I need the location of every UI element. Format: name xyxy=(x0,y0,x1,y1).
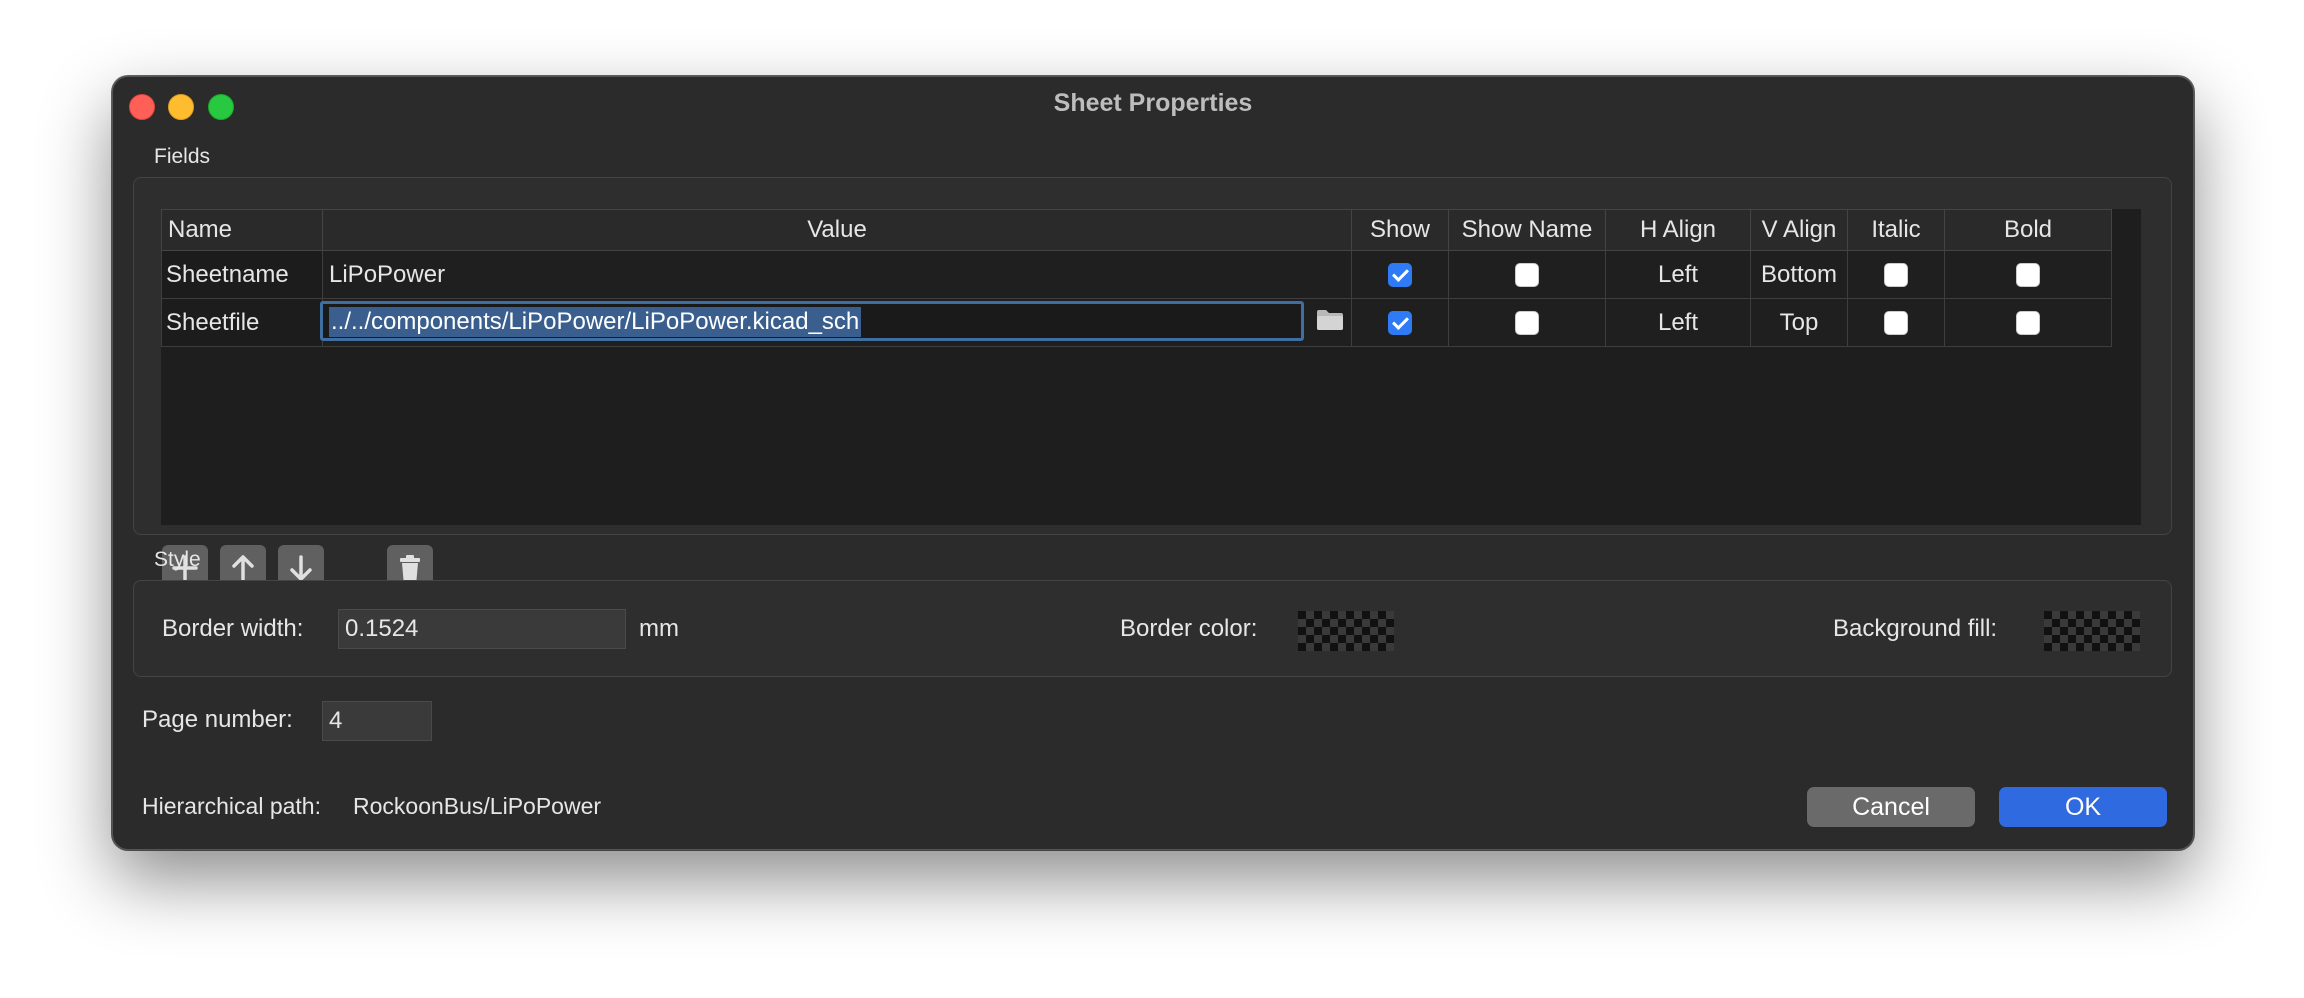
column-header-italic[interactable]: Italic xyxy=(1847,209,1945,251)
italic-checkbox[interactable] xyxy=(1884,311,1908,336)
folder-icon[interactable] xyxy=(1316,309,1344,331)
sheetfile-selected-text: ../../components/LiPoPower/LiPoPower.kic… xyxy=(329,307,862,337)
bold-cell xyxy=(1944,250,2112,299)
hierarchical-path-value: RockoonBus/LiPoPower xyxy=(353,793,602,819)
trash-icon xyxy=(400,555,420,581)
border-width-label: Border width: xyxy=(162,615,304,642)
show-cell xyxy=(1351,250,1449,299)
v-align-cell[interactable]: Bottom xyxy=(1750,250,1848,299)
fields-section-label: Fields xyxy=(154,145,211,168)
field-value-cell[interactable]: ../../components/LiPoPower/LiPoPower.kic… xyxy=(320,298,1352,347)
italic-checkbox[interactable] xyxy=(1884,263,1908,288)
cancel-button[interactable]: Cancel xyxy=(1807,787,1975,827)
bold-cell xyxy=(1944,298,2112,347)
show-name-checkbox[interactable] xyxy=(1515,263,1539,288)
page-number-input[interactable]: 4 xyxy=(322,701,432,741)
border-color-swatch[interactable] xyxy=(1298,611,1394,651)
v-align-cell[interactable]: Top xyxy=(1750,298,1848,347)
column-header-name[interactable]: Name xyxy=(161,209,323,251)
show-checkbox[interactable] xyxy=(1388,263,1412,288)
column-header-show-name[interactable]: Show Name xyxy=(1448,209,1606,251)
column-header-value[interactable]: Value xyxy=(322,209,1352,251)
ok-button[interactable]: OK xyxy=(1999,787,2167,827)
title-bar: Sheet Properties xyxy=(113,77,2193,133)
column-header-v-align[interactable]: V Align xyxy=(1750,209,1848,251)
sheetfile-edit-field[interactable]: ../../components/LiPoPower/LiPoPower.kic… xyxy=(320,301,1304,341)
column-header-h-align[interactable]: H Align xyxy=(1605,209,1751,251)
bold-checkbox[interactable] xyxy=(2016,311,2040,336)
table-header-row: Name Value Show Show Name H Align V Alig… xyxy=(161,209,2112,251)
italic-cell xyxy=(1847,298,1945,347)
field-value-cell[interactable]: LiPoPower xyxy=(322,250,1352,299)
sheet-properties-dialog: Sheet Properties Fields Name Value Show … xyxy=(112,76,2194,850)
fields-grid: Name Value Show Show Name H Align V Alig… xyxy=(161,209,2141,525)
arrow-up-icon xyxy=(232,555,254,581)
show-name-cell xyxy=(1448,298,1606,347)
field-name-cell[interactable]: Sheetfile xyxy=(161,298,323,347)
column-header-bold[interactable]: Bold xyxy=(1944,209,2112,251)
border-width-input[interactable]: 0.1524 xyxy=(338,609,626,649)
border-color-label: Border color: xyxy=(1120,615,1258,642)
show-name-checkbox[interactable] xyxy=(1515,311,1539,336)
h-align-cell[interactable]: Left xyxy=(1605,250,1751,299)
h-align-cell[interactable]: Left xyxy=(1605,298,1751,347)
field-name-cell[interactable]: Sheetname xyxy=(161,250,323,299)
page-number-label: Page number: xyxy=(142,706,293,733)
background-fill-swatch[interactable] xyxy=(2044,611,2140,651)
bold-checkbox[interactable] xyxy=(2016,263,2040,288)
hierarchical-path-label: Hierarchical path: xyxy=(142,793,321,819)
show-name-cell xyxy=(1448,250,1606,299)
border-width-unit: mm xyxy=(639,615,679,642)
fields-table: Name Value Show Show Name H Align V Alig… xyxy=(161,209,2112,347)
italic-cell xyxy=(1847,250,1945,299)
show-checkbox[interactable] xyxy=(1388,311,1412,336)
column-header-show[interactable]: Show xyxy=(1351,209,1449,251)
style-section-label: Style xyxy=(154,548,201,571)
background-fill-label: Background fill: xyxy=(1833,615,1998,642)
arrow-down-icon xyxy=(290,555,312,581)
table-row: Sheetfile ../../components/LiPoPower/LiP… xyxy=(161,298,2112,347)
window-title: Sheet Properties xyxy=(1053,89,1253,117)
table-row: Sheetname LiPoPower Left Bottom xyxy=(161,250,2112,299)
show-cell xyxy=(1351,298,1449,347)
